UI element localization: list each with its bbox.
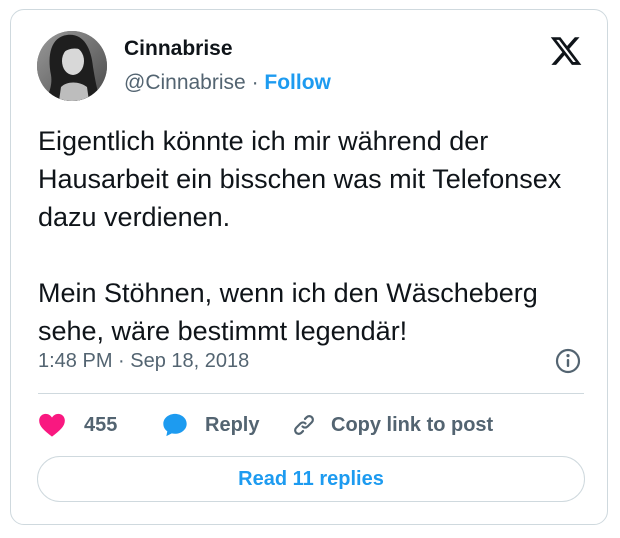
- follow-button[interactable]: Follow: [264, 71, 331, 94]
- read-replies-button[interactable]: Read 11 replies: [37, 456, 585, 502]
- author-handle[interactable]: @Cinnabrise: [124, 71, 246, 94]
- avatar-image: [37, 31, 107, 101]
- tweet-text: Eigentlich könnte ich mir während der Ha…: [38, 122, 598, 350]
- author-handle-row: @Cinnabrise · Follow: [124, 71, 331, 95]
- heart-icon: [39, 413, 65, 437]
- author-display-name[interactable]: Cinnabrise: [124, 37, 233, 61]
- separator-dot: ·: [251, 71, 259, 94]
- divider: [38, 393, 584, 394]
- like-button[interactable]: 455: [38, 408, 117, 442]
- tweet-paragraph-2: Mein Stöhnen, wenn ich den Wäscheberg se…: [38, 278, 538, 346]
- tweet-card: Cinnabrise @Cinnabrise · Follow Eigentli…: [10, 9, 608, 525]
- like-count: 455: [84, 413, 118, 436]
- reply-button[interactable]: Reply: [161, 408, 259, 442]
- copy-link-button[interactable]: Copy link to post: [291, 408, 493, 442]
- tweet-paragraph-1: Eigentlich könnte ich mir während der Ha…: [38, 126, 562, 232]
- x-logo-icon[interactable]: [549, 34, 583, 68]
- tweet-timestamp[interactable]: 1:48 PM · Sep 18, 2018: [38, 350, 249, 373]
- link-icon: [294, 415, 314, 435]
- avatar[interactable]: [37, 31, 107, 101]
- reply-label: Reply: [205, 413, 260, 436]
- info-icon[interactable]: [555, 348, 581, 374]
- copy-link-label: Copy link to post: [331, 413, 494, 436]
- speech-bubble-icon: [163, 413, 187, 437]
